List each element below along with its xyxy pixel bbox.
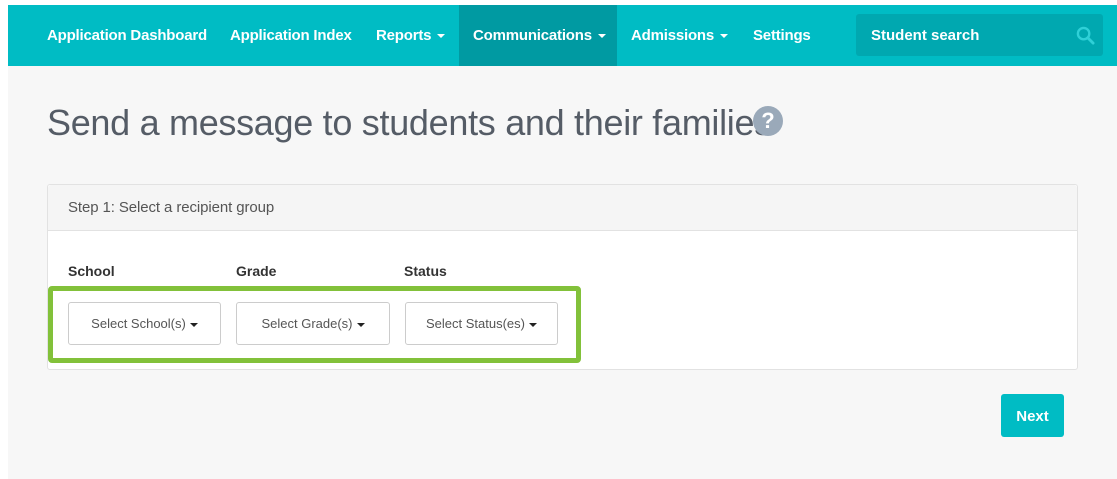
nav-communications[interactable]: Communications [459,5,617,66]
select-grade-label: Select Grade(s) [261,316,353,331]
next-button[interactable]: Next [1001,394,1064,437]
step-1-heading: Step 1: Select a recipient group [68,199,275,216]
nav-reports-label: Reports [376,27,432,44]
chevron-down-icon [597,34,606,39]
nav-communications-label: Communications [473,27,592,44]
chevron-down-icon [720,34,729,39]
select-school-dropdown[interactable]: Select School(s) [68,302,221,345]
nav-admissions[interactable]: Admissions [631,5,729,66]
top-navbar: Application Dashboard Application Index … [8,5,1117,66]
caret-down-icon [529,322,537,327]
nav-settings-label: Settings [753,27,811,44]
main-content: Send a message to students and their fam… [8,66,1117,479]
recipient-group-panel: Step 1: Select a recipient group School … [47,184,1078,370]
grade-label: Grade [236,263,277,279]
select-school-label: Select School(s) [91,316,186,331]
select-status-dropdown[interactable]: Select Status(es) [405,302,558,345]
nav-application-dashboard[interactable]: Application Dashboard [47,5,207,66]
select-grade-dropdown[interactable]: Select Grade(s) [236,302,390,345]
nav-application-index[interactable]: Application Index [230,5,352,66]
select-status-label: Select Status(es) [426,316,525,331]
status-label: Status [404,263,447,279]
nav-admissions-label: Admissions [631,27,715,44]
nav-settings[interactable]: Settings [753,5,811,66]
nav-application-index-label: Application Index [230,27,352,44]
question-circle-icon[interactable]: ? [753,106,783,136]
panel-heading: Step 1: Select a recipient group [48,185,1077,231]
page-title: Send a message to students and their fam… [47,102,772,143]
caret-down-icon [356,322,365,327]
student-search [856,14,1103,56]
nav-reports[interactable]: Reports [376,5,446,66]
search-icon[interactable] [1076,26,1095,45]
chevron-down-icon [437,34,446,39]
school-label: School [68,263,115,279]
student-search-input[interactable] [856,14,1071,56]
nav-application-dashboard-label: Application Dashboard [47,27,207,44]
caret-down-icon [189,322,198,327]
